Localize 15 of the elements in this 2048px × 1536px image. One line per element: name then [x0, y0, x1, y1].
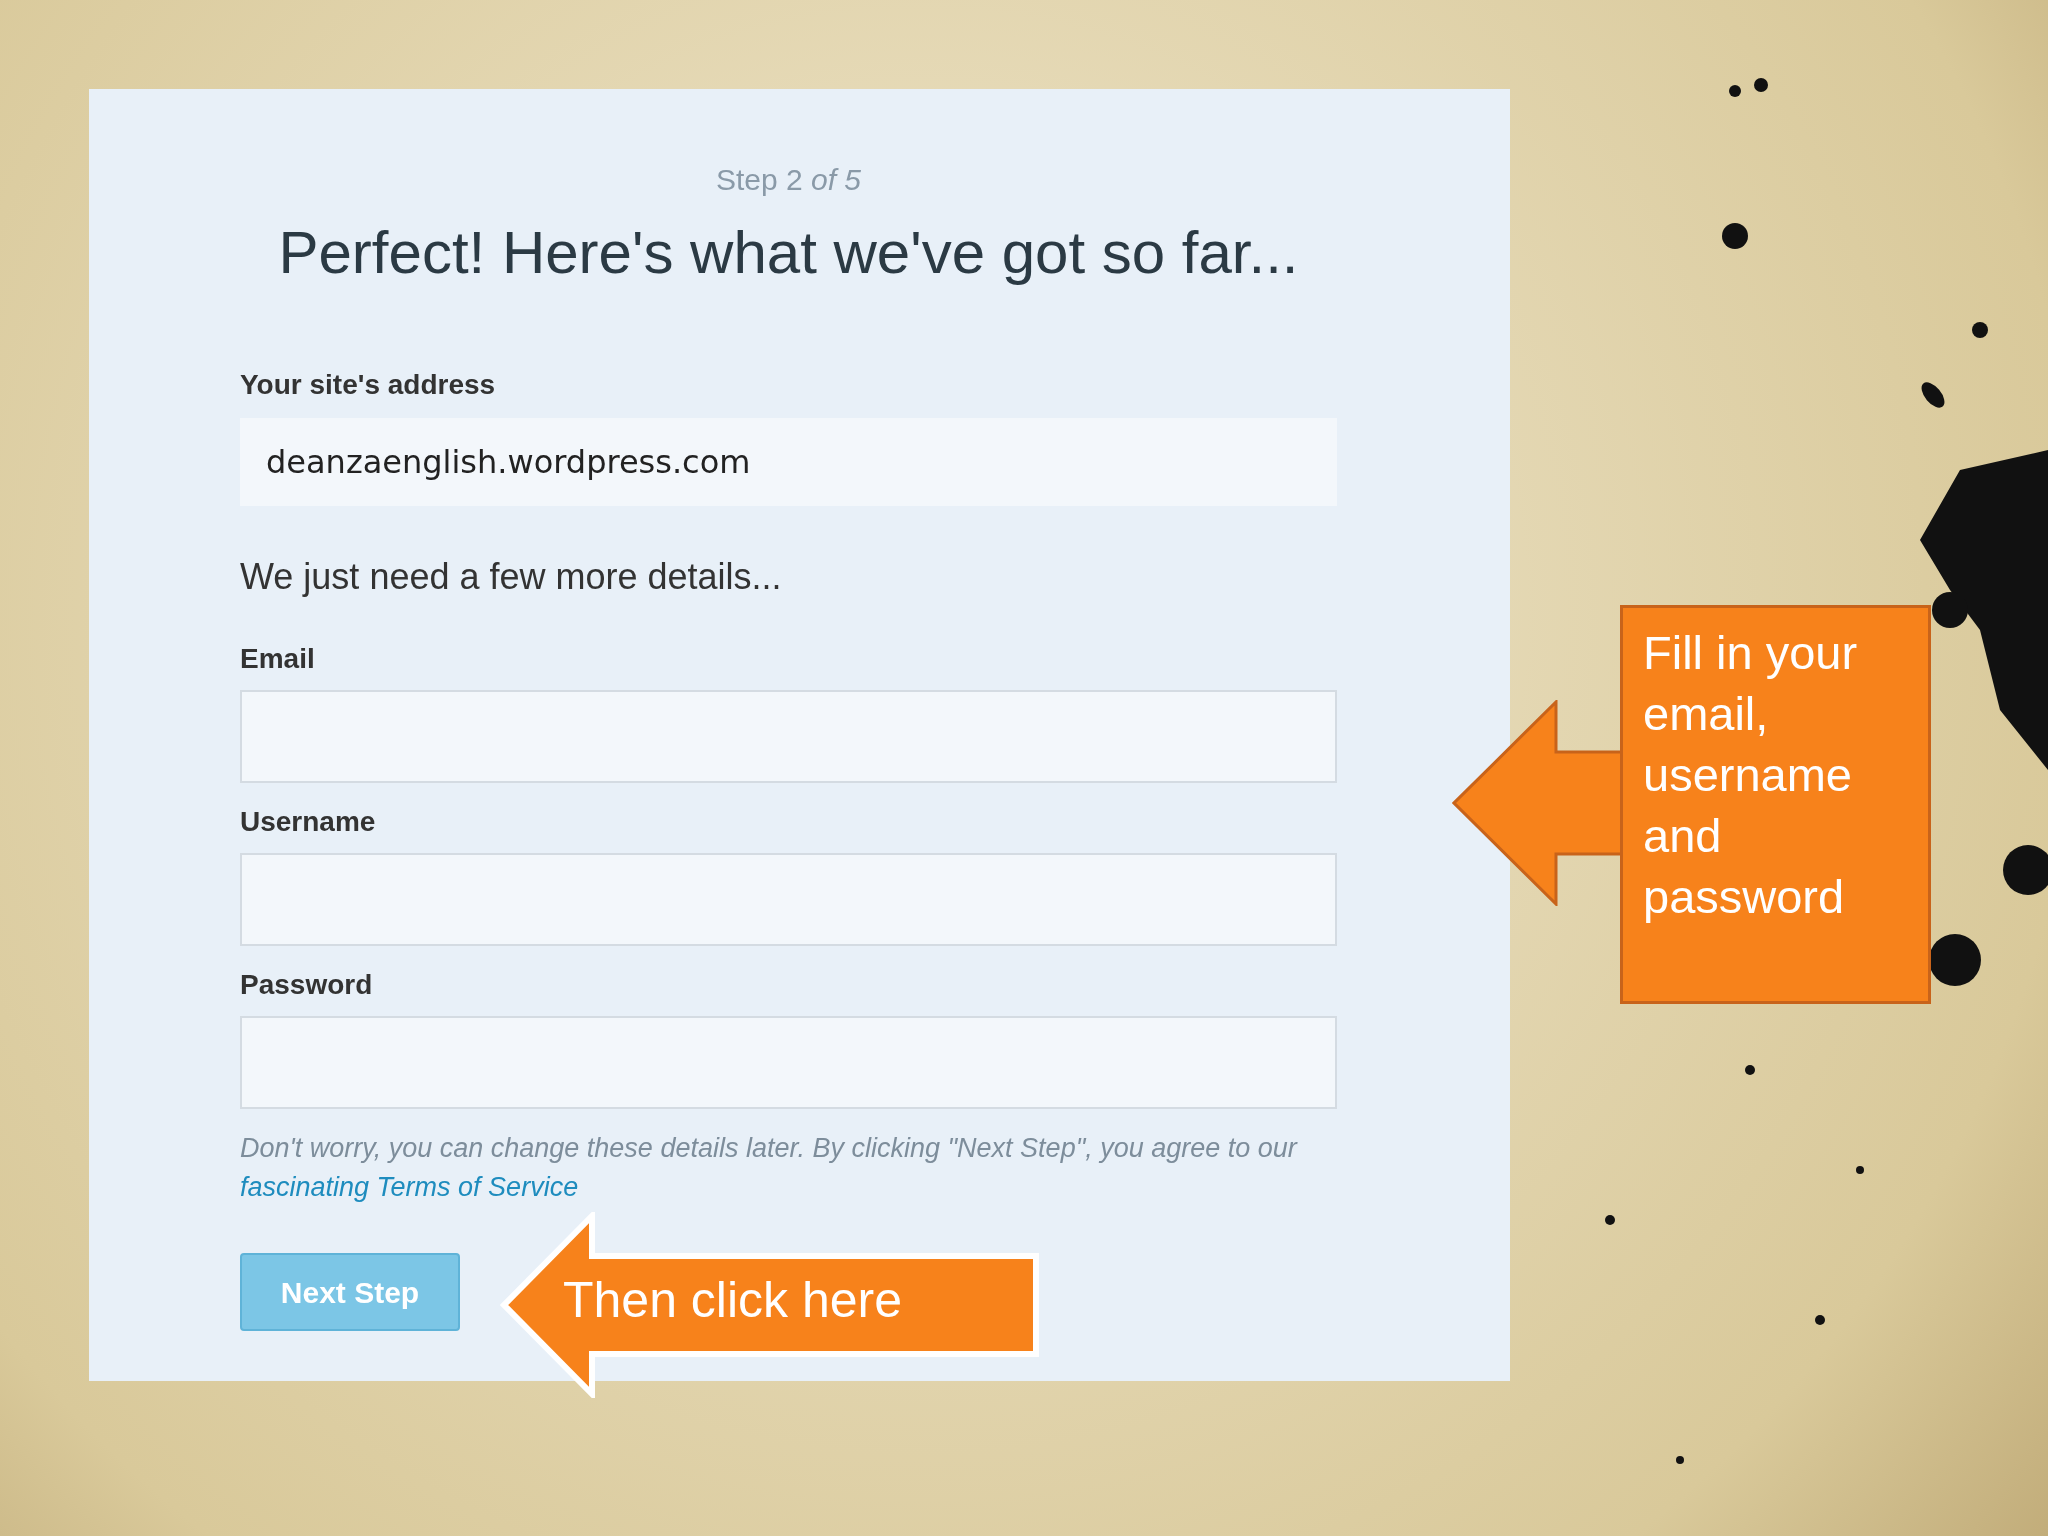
field-label: Email: [240, 642, 316, 676]
field-label: Your site's address: [240, 368, 497, 402]
input-field[interactable]: [240, 853, 1337, 946]
input-field[interactable]: [240, 690, 1337, 783]
callout-box: Fill in your email, username and password: [1620, 605, 1931, 1004]
input-field[interactable]: [240, 1016, 1337, 1109]
field-label: Password: [240, 968, 374, 1002]
page-heading: Perfect! Here's what we've got so far...: [278, 218, 1299, 288]
site-address-field[interactable]: deanzaenglish.wordpress.com: [240, 418, 1337, 506]
field-label: Username: [240, 805, 377, 839]
terms-link[interactable]: fascinating Terms of Service: [240, 1172, 579, 1202]
section-subheading: We just need a few more details...: [240, 555, 783, 599]
step-indicator: Step 2 of 5: [715, 162, 862, 198]
terms-note: Don't worry, you can change these details later. By clicking "Next Step", you agree to our fascinating Terms of Service: [240, 1132, 1299, 1204]
callout-text: Then click here: [563, 1271, 903, 1330]
